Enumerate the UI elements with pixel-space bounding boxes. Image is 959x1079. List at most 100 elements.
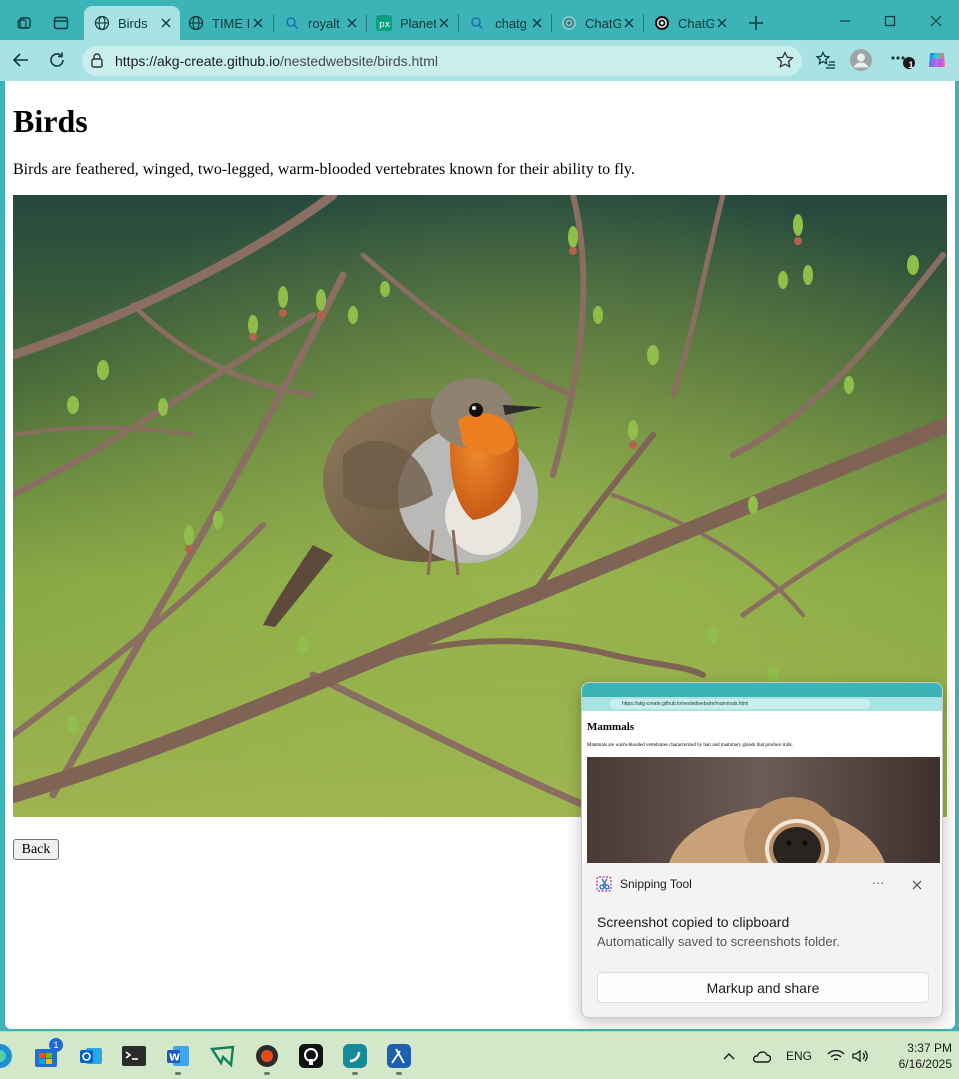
plus-icon	[749, 16, 763, 30]
wifi-icon	[827, 1049, 845, 1061]
onedrive-tray-button[interactable]	[748, 1044, 774, 1068]
openai-icon	[654, 15, 670, 31]
running-indicator	[352, 1072, 358, 1075]
preview-tab-bar	[582, 683, 942, 697]
close-icon	[930, 15, 942, 27]
tab-chatgpt-1[interactable]: ChatG	[551, 6, 643, 40]
wifi-button[interactable]	[824, 1044, 848, 1068]
search-icon	[469, 15, 485, 31]
tab-actions-button[interactable]	[46, 8, 76, 38]
tab-label: Planet	[400, 15, 436, 31]
edge-taskbar-icon[interactable]	[0, 1042, 14, 1070]
snipping-tool-notification[interactable]: https://akg-create.github.io/nestedwebsi…	[581, 682, 943, 1018]
url-host: https://akg-create.github.io	[115, 53, 280, 69]
tab-label: ChatG	[678, 15, 714, 31]
favorites-button[interactable]	[811, 45, 841, 75]
maximize-icon	[884, 15, 896, 27]
search-icon	[284, 15, 300, 31]
preview-gibbon-photo	[587, 757, 940, 863]
url-text[interactable]: https://akg-create.github.io/nestedwebsi…	[115, 53, 438, 69]
screen-recorder-taskbar-icon[interactable]	[253, 1042, 281, 1070]
tab-royalty-search[interactable]: royalt	[274, 6, 366, 40]
vertical-tabs-icon	[53, 16, 69, 30]
pexels-icon: px	[376, 15, 392, 31]
toast-close-button[interactable]	[907, 875, 927, 895]
close-icon[interactable]	[436, 15, 452, 31]
close-icon[interactable]	[250, 15, 266, 31]
minimize-icon	[840, 20, 850, 22]
settings-menu-button[interactable]: 1	[888, 45, 918, 75]
lock-icon[interactable]	[90, 52, 104, 73]
tab-birds[interactable]: Birds	[84, 6, 180, 40]
surfshark-taskbar-icon[interactable]	[341, 1042, 369, 1070]
preview-url: https://akg-create.github.io/nestedwebsi…	[610, 699, 870, 709]
browser-tab-bar: Birds TIME I royalt px Planet chatg Chat…	[0, 0, 959, 44]
workspaces-icon	[17, 17, 31, 29]
word-taskbar-icon[interactable]: W	[164, 1042, 192, 1070]
favorites-list-icon	[816, 51, 835, 69]
running-indicator	[396, 1072, 402, 1075]
close-icon[interactable]	[529, 15, 545, 31]
refresh-icon	[50, 52, 64, 67]
copilot-button[interactable]	[922, 45, 952, 75]
globe-icon	[94, 15, 110, 31]
url-path: /nestedwebsite/birds.html	[280, 53, 438, 69]
close-icon[interactable]	[714, 15, 730, 31]
clock-date: 6/16/2025	[898, 1057, 952, 1071]
close-icon[interactable]	[344, 15, 360, 31]
running-indicator	[175, 1072, 181, 1075]
speaker-icon	[852, 1049, 868, 1063]
tab-pexels[interactable]: px Planet	[366, 6, 458, 40]
address-bar[interactable]: https://akg-create.github.io/nestedwebsi…	[82, 46, 802, 76]
screenshot-preview[interactable]: https://akg-create.github.io/nestedwebsi…	[582, 683, 942, 863]
back-button[interactable]: Back	[13, 839, 59, 860]
visual-studio-taskbar-icon[interactable]	[208, 1042, 236, 1070]
browser-toolbar: https://akg-create.github.io/nestedwebsi…	[0, 40, 959, 81]
preview-page-description: Mammals are warm-blooded vertebrates cha…	[587, 743, 794, 748]
close-icon[interactable]	[158, 15, 174, 31]
back-nav-button[interactable]	[6, 45, 36, 75]
arrow-left-icon	[12, 53, 28, 67]
close-window-button[interactable]	[913, 6, 959, 36]
running-indicator	[264, 1072, 270, 1075]
favorite-star-icon[interactable]	[776, 50, 794, 74]
page-title: Birds	[13, 103, 88, 139]
preview-address-row: https://akg-create.github.io/nestedwebsi…	[582, 697, 942, 711]
new-tab-button[interactable]	[741, 8, 771, 38]
store-badge: 1	[49, 1038, 63, 1052]
minimize-button[interactable]	[822, 6, 868, 36]
copilot-icon	[929, 53, 945, 67]
tab-label: chatg	[495, 15, 527, 31]
cloud-icon	[752, 1051, 771, 1063]
toast-more-button[interactable]: ···	[867, 875, 889, 895]
store-taskbar-icon[interactable]: 1	[32, 1038, 63, 1070]
tab-label: TIME I	[212, 15, 250, 31]
close-icon[interactable]	[621, 15, 637, 31]
show-hidden-icons-button[interactable]	[718, 1044, 740, 1068]
toast-header: Snipping Tool	[596, 876, 692, 892]
markup-and-share-button[interactable]: Markup and share	[597, 972, 929, 1003]
refresh-button[interactable]	[42, 45, 72, 75]
snipping-tool-taskbar-icon[interactable]	[385, 1042, 413, 1070]
toast-message: Screenshot copied to clipboard	[597, 914, 790, 930]
globe-icon	[188, 15, 204, 31]
volume-button[interactable]	[848, 1044, 872, 1068]
outlook-taskbar-icon[interactable]	[77, 1042, 105, 1070]
openai-icon	[561, 15, 577, 31]
page-description: Birds are feathered, winged, two-legged,…	[13, 161, 635, 178]
tab-chatgpt-search[interactable]: chatg	[459, 6, 551, 40]
maximize-button[interactable]	[867, 6, 913, 36]
avatar-icon	[850, 49, 872, 71]
terminal-taskbar-icon[interactable]	[120, 1042, 148, 1070]
tab-chatgpt-2[interactable]: ChatG	[644, 6, 736, 40]
tab-label: ChatG	[585, 15, 621, 31]
tab-time[interactable]: TIME I	[178, 6, 272, 40]
svg-text:px: px	[379, 20, 391, 30]
system-clock[interactable]: 3:37 PM 6/16/2025	[874, 1040, 952, 1072]
language-indicator[interactable]: ENG	[782, 1044, 816, 1068]
github-taskbar-icon[interactable]	[297, 1042, 325, 1070]
profile-button[interactable]	[846, 45, 876, 75]
clock-time: 3:37 PM	[907, 1041, 952, 1055]
chevron-up-icon	[723, 1053, 735, 1060]
workspaces-button[interactable]	[10, 8, 40, 38]
